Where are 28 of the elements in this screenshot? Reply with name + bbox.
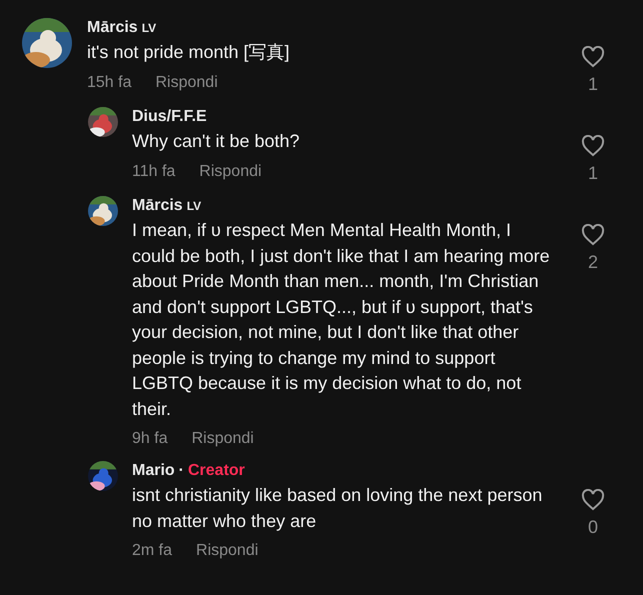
like-count: 1 [588, 74, 598, 95]
reply-link[interactable]: Rispondi [196, 541, 258, 561]
heart-icon[interactable] [581, 135, 605, 157]
creator-label: Creator [188, 461, 245, 481]
author-name[interactable]: Mārcis [87, 18, 138, 38]
author-name[interactable]: Dius/F.F.E [132, 107, 207, 127]
author-name[interactable]: Mario [132, 461, 175, 481]
author-name[interactable]: Mārcis [132, 196, 183, 216]
comment-text: isnt christianity like based on loving the next person no matter who they are [132, 484, 544, 533]
like-count: 0 [588, 517, 598, 538]
reply-link[interactable]: Rispondi [192, 429, 254, 449]
heart-icon[interactable] [581, 489, 605, 511]
comment-text: Why can't it be both? [132, 130, 301, 153]
comment-text: it's not pride month [写真] [87, 41, 291, 64]
timestamp: 2m fa [132, 541, 172, 561]
country-label: LV [186, 198, 202, 215]
timestamp: 15h fa [87, 72, 132, 92]
like-count: 1 [588, 163, 598, 184]
country-label: LV [142, 20, 156, 37]
heart-icon[interactable] [581, 46, 605, 68]
separator: · [178, 461, 184, 481]
reply-link[interactable]: Rispondi [199, 162, 262, 182]
timestamp: 9h fa [132, 429, 168, 449]
timestamp: 11h fa [132, 162, 176, 182]
comment-text: I mean, if ᴜ respect Men Mental Health Month, I could be both, I just don't like that I am hearing more about Pride Month than men... month, I'm Christian and don't support LGBTQ..., but if ᴜ support, that's your decision, not mine, but I don't like that other people is trying to change my mind to support LGBTQ because it is my decision what to do, not their. [132, 219, 550, 420]
reply-link[interactable]: Rispondi [155, 72, 218, 92]
heart-icon[interactable] [581, 224, 605, 246]
like-count: 2 [588, 252, 598, 273]
